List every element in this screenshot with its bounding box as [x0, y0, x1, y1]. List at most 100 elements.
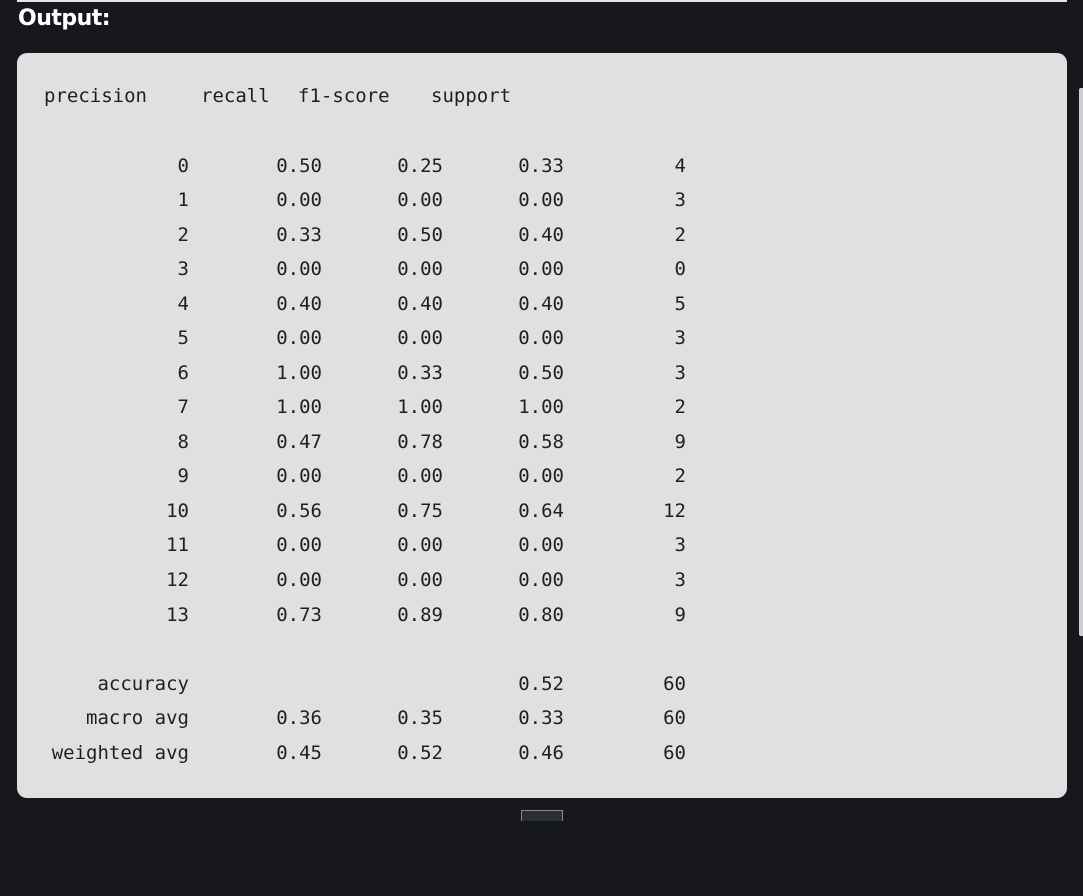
recall-value: 0.40: [397, 293, 443, 315]
macro-avg-row: macro avg 0.36 0.35 0.33 60: [0, 707, 1083, 731]
precision-value: 0.45: [276, 742, 322, 764]
recall-value: 0.52: [397, 742, 443, 764]
row-label: 6: [177, 362, 189, 384]
support-value: 3: [674, 189, 686, 211]
f1-value: 0.00: [518, 465, 564, 487]
f1-value: 0.00: [518, 189, 564, 211]
f1-value: 0.33: [518, 707, 564, 729]
precision-value: 0.33: [276, 224, 322, 246]
f1-value: 0.58: [518, 431, 564, 453]
row-label: macro avg: [86, 707, 189, 729]
row-label: 5: [177, 327, 189, 349]
precision-value: 0.50: [276, 155, 322, 177]
recall-value: 0.25: [397, 155, 443, 177]
table-row: 7 1.00 1.00 1.00 2: [0, 396, 1083, 420]
support-value: 9: [674, 431, 686, 453]
row-label: 4: [177, 293, 189, 315]
precision-value: 0.00: [276, 189, 322, 211]
recall-value: 0.00: [397, 569, 443, 591]
table-row: 11 0.00 0.00 0.00 3: [0, 534, 1083, 558]
row-label: 7: [177, 396, 189, 418]
table-row: 1 0.00 0.00 0.00 3: [0, 189, 1083, 213]
top-divider: [17, 0, 1067, 2]
output-heading: Output:: [18, 6, 111, 31]
support-value: 3: [674, 569, 686, 591]
support-value: 12: [663, 500, 686, 522]
support-value: 60: [663, 707, 686, 729]
row-label: accuracy: [97, 673, 189, 695]
precision-value: 0.40: [276, 293, 322, 315]
support-value: 9: [674, 604, 686, 626]
support-value: 60: [663, 742, 686, 764]
f1-value: 0.00: [518, 569, 564, 591]
row-label: 12: [166, 569, 189, 591]
table-row: 8 0.47 0.78 0.58 9: [0, 431, 1083, 455]
support-value: 3: [674, 362, 686, 384]
row-label: 3: [177, 258, 189, 280]
f1-value: 0.46: [518, 742, 564, 764]
precision-value: 0.47: [276, 431, 322, 453]
f1-value: 0.52: [518, 673, 564, 695]
row-label: 1: [177, 189, 189, 211]
weighted-avg-row: weighted avg 0.45 0.52 0.46 60: [0, 742, 1083, 766]
precision-value: 0.00: [276, 465, 322, 487]
table-row: 3 0.00 0.00 0.00 0: [0, 258, 1083, 282]
recall-value: 0.33: [397, 362, 443, 384]
precision-value: 1.00: [276, 396, 322, 418]
f1-value: 1.00: [518, 396, 564, 418]
row-label: 0: [177, 155, 189, 177]
precision-value: 0.56: [276, 500, 322, 522]
support-value: 4: [674, 155, 686, 177]
support-value: 3: [674, 327, 686, 349]
precision-value: 0.36: [276, 707, 322, 729]
row-label: 13: [166, 604, 189, 626]
f1-value: 0.50: [518, 362, 564, 384]
f1-value: 0.00: [518, 534, 564, 556]
precision-value: 1.00: [276, 362, 322, 384]
row-label: 2: [177, 224, 189, 246]
scrollbar[interactable]: [1079, 88, 1083, 636]
header-support: support: [431, 85, 512, 107]
recall-value: 0.89: [397, 604, 443, 626]
table-row: 2 0.33 0.50 0.40 2: [0, 224, 1083, 248]
recall-value: 0.00: [397, 327, 443, 349]
header-precision: precision: [44, 85, 147, 107]
row-label: weighted avg: [51, 742, 189, 764]
f1-value: 0.00: [518, 327, 564, 349]
precision-value: 0.00: [276, 327, 322, 349]
row-label: 9: [177, 465, 189, 487]
precision-value: 0.73: [276, 604, 322, 626]
precision-value: 0.00: [276, 258, 322, 280]
f1-value: 0.00: [518, 258, 564, 280]
table-row: 5 0.00 0.00 0.00 3: [0, 327, 1083, 351]
f1-value: 0.40: [518, 293, 564, 315]
table-row: 0 0.50 0.25 0.33 4: [0, 155, 1083, 179]
row-label: 10: [166, 500, 189, 522]
row-label: 11: [166, 534, 189, 556]
f1-value: 0.64: [518, 500, 564, 522]
f1-value: 0.33: [518, 155, 564, 177]
f1-value: 0.40: [518, 224, 564, 246]
support-value: 3: [674, 534, 686, 556]
recall-value: 0.78: [397, 431, 443, 453]
header-f1-score: f1-score: [298, 85, 390, 107]
recall-value: 1.00: [397, 396, 443, 418]
support-value: 2: [674, 465, 686, 487]
table-row: 6 1.00 0.33 0.50 3: [0, 362, 1083, 386]
precision-value: 0.00: [276, 534, 322, 556]
recall-value: 0.00: [397, 258, 443, 280]
recall-value: 0.75: [397, 500, 443, 522]
recall-value: 0.50: [397, 224, 443, 246]
recall-value: 0.00: [397, 465, 443, 487]
table-row: 9 0.00 0.00 0.00 2: [0, 465, 1083, 489]
recall-value: 0.35: [397, 707, 443, 729]
row-label: 8: [177, 431, 189, 453]
support-value: 60: [663, 673, 686, 695]
table-row: 10 0.56 0.75 0.64 12: [0, 500, 1083, 524]
support-value: 2: [674, 396, 686, 418]
recall-value: 0.00: [397, 534, 443, 556]
support-value: 0: [674, 258, 686, 280]
precision-value: 0.00: [276, 569, 322, 591]
table-row: 12 0.00 0.00 0.00 3: [0, 569, 1083, 593]
support-value: 5: [674, 293, 686, 315]
